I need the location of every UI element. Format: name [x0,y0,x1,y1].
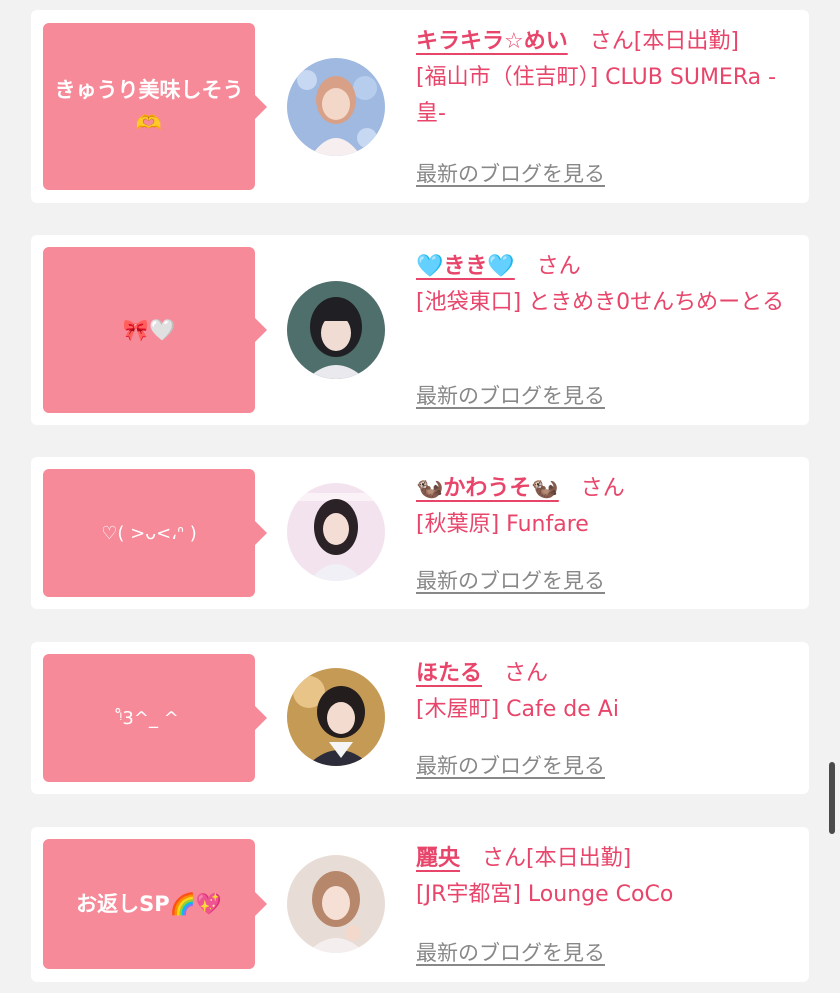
girl-card: きゅうり美味しそう🫶 キラキラ☆めい さん[本日出勤] [福山市（住吉町）] CL… [31,10,809,203]
message-bubble[interactable]: ᵎ̊3^_ ^ [43,654,267,782]
name-suffix: さん[本日出勤] [589,29,739,54]
avatar-photo [287,668,385,766]
girl-name-link[interactable]: 麗央 [416,846,460,871]
girl-info: ほたる さん [木屋町] Cafe de Ai [416,656,799,728]
avatar[interactable] [287,483,385,581]
girl-name-link[interactable]: 🩵きき🩵 [416,254,515,279]
avatar-photo [287,483,385,581]
latest-blog-link[interactable]: 最新のブログを見る [416,750,605,780]
name-suffix: さん[本日出勤] [482,846,632,871]
message-text: お返しSP🌈💖 [76,891,222,916]
shop-location[interactable]: [福山市（住吉町）] CLUB SUMERa -皇- [416,65,776,126]
latest-blog-link[interactable]: 最新のブログを見る [416,380,605,410]
name-suffix: さん [536,254,581,279]
avatar-photo [287,855,385,953]
girl-name-link[interactable]: ほたる [416,661,482,686]
girl-info: 🦦かわうそ🦦 さん [秋葉原] Funfare [416,471,799,543]
message-text: 🎀🤍 [122,317,176,342]
girl-card: お返しSP🌈💖 麗央 さん[本日出勤] [JR宇都宮] Lounge CoCo 最… [31,827,809,982]
shop-location[interactable]: [JR宇都宮] Lounge CoCo [416,882,673,907]
avatar-photo [287,281,385,379]
avatar[interactable] [287,281,385,379]
avatar[interactable] [287,855,385,953]
girl-info: 麗央 さん[本日出勤] [JR宇都宮] Lounge CoCo [416,841,799,913]
latest-blog-link[interactable]: 最新のブログを見る [416,937,605,967]
latest-blog-link[interactable]: 最新のブログを見る [416,565,605,595]
girl-card: 🎀🤍 🩵きき🩵 さん [池袋東口] ときめき0せんちめーとる 最新のブログを見る [31,235,809,425]
message-bubble[interactable]: きゅうり美味しそう🫶 [43,23,267,190]
girl-name-link[interactable]: キラキラ☆めい [416,29,568,54]
message-bubble[interactable]: お返しSP🌈💖 [43,839,267,969]
girl-info: キラキラ☆めい さん[本日出勤] [福山市（住吉町）] CLUB SUMERa -… [416,24,799,132]
shop-location[interactable]: [木屋町] Cafe de Ai [416,697,619,722]
latest-blog-link[interactable]: 最新のブログを見る [416,158,605,188]
name-suffix: さん [580,476,625,501]
name-suffix: さん [504,661,549,686]
girl-card: ♡( >ᴗ<،ᐢ ) 🦦かわうそ🦦 さん [秋葉原] Funfare 最新のブログ… [31,457,809,609]
message-text: ♡( >ᴗ<،ᐢ ) [101,522,197,544]
avatar-photo [287,58,385,156]
girl-info: 🩵きき🩵 さん [池袋東口] ときめき0せんちめーとる [416,249,799,321]
message-text: ᵎ̊3^_ ^ [119,707,179,729]
girl-name-link[interactable]: 🦦かわうそ🦦 [416,476,559,501]
message-bubble[interactable]: 🎀🤍 [43,247,267,413]
shop-location[interactable]: [池袋東口] ときめき0せんちめーとる [416,290,784,315]
avatar[interactable] [287,58,385,156]
girl-card: ᵎ̊3^_ ^ ほたる さん [木屋町] Cafe de Ai 最新のブログを見る [31,642,809,794]
shop-location[interactable]: [秋葉原] Funfare [416,512,589,537]
message-text: きゅうり美味しそう🫶 [54,77,244,135]
scrollbar-thumb[interactable] [829,762,835,834]
message-bubble[interactable]: ♡( >ᴗ<،ᐢ ) [43,469,267,597]
avatar[interactable] [287,668,385,766]
